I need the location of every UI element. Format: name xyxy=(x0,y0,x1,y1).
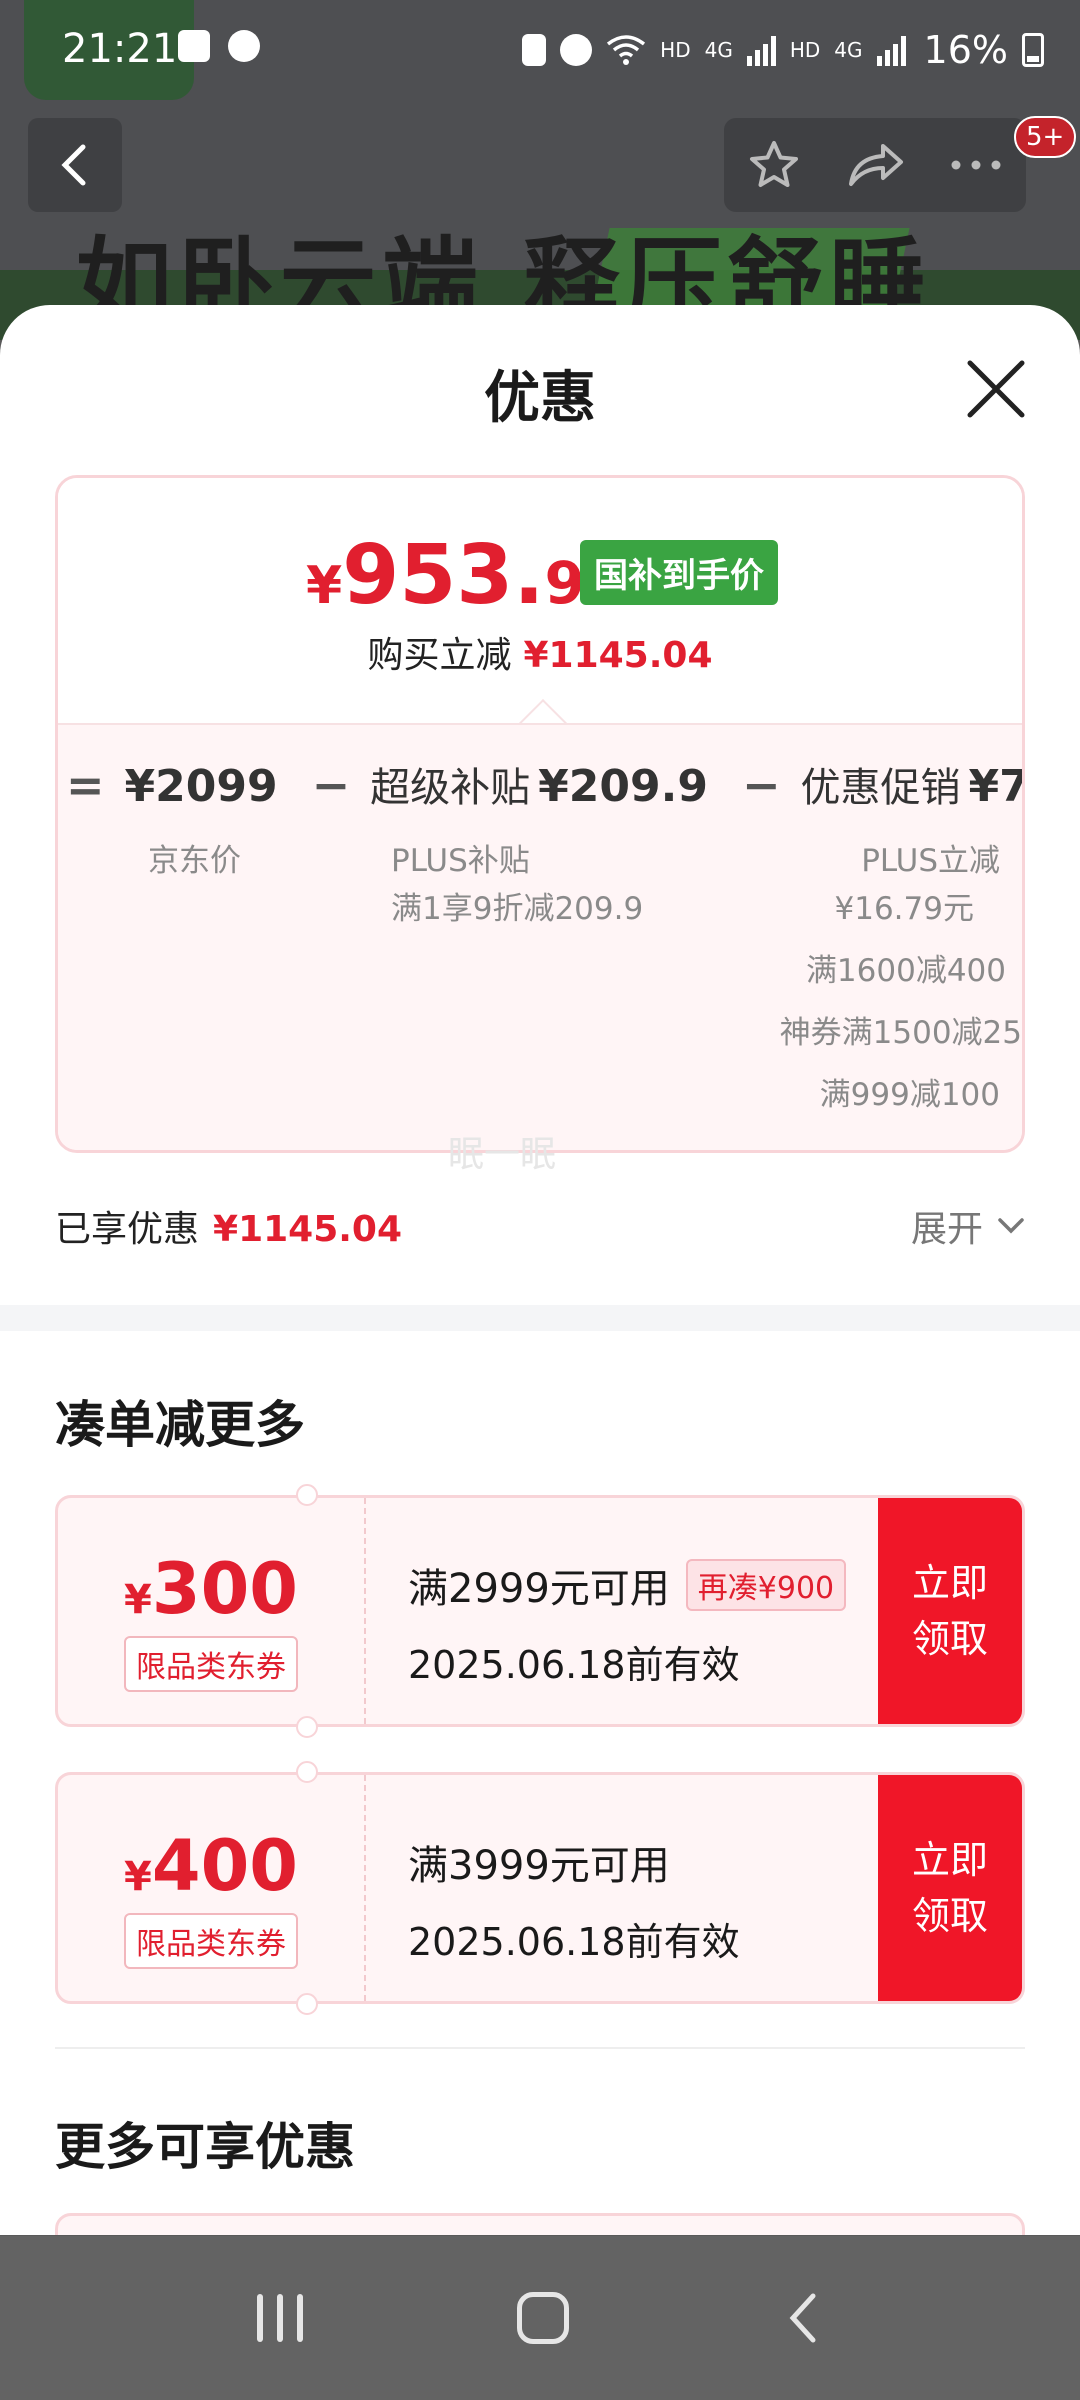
chevron-down-icon xyxy=(998,1218,1024,1234)
coupon-expiry: 2025.06.18前有效 xyxy=(408,1643,740,1687)
system-nav-bar xyxy=(0,2236,1080,2400)
super-subsidy-label: 超级补贴 xyxy=(370,765,531,811)
battery-icon xyxy=(1022,33,1044,67)
coupon-card-peek xyxy=(55,2213,1025,2235)
status-time: 21:21 xyxy=(62,26,178,72)
price-breakdown: = ¥2099 − 超级补贴 ¥209.9 − 优惠促销 ¥766. 京东价 P… xyxy=(58,723,1025,1150)
minus-sign-2: − xyxy=(741,758,781,812)
hd-label: HD xyxy=(660,38,691,62)
coupon-currency: ¥ xyxy=(124,1854,152,1900)
plus-subsidy-detail: 满1享9折减209.9 xyxy=(391,891,644,927)
share-icon[interactable] xyxy=(845,140,905,190)
minus-sign: − xyxy=(311,758,351,812)
reduce-line: 购买立减 ¥1145.04 xyxy=(58,626,1022,678)
coupon-card: ¥300 限品类东券 满2999元可用 再凑¥900 2025.06.18前有效… xyxy=(55,1495,1025,1727)
promo-item: ¥16.79元 xyxy=(834,891,974,927)
claim-button-label: 立即领取 xyxy=(911,1838,988,1938)
claim-coupon-button[interactable]: 立即领取 xyxy=(878,1498,1022,1724)
signal-icon-2 xyxy=(876,34,906,66)
coupon-card: ¥400 限品类东券 满3999元可用 2025.06.18前有效 立即领取 xyxy=(55,1772,1025,2004)
chevron-left-icon xyxy=(61,144,86,186)
back-button[interactable] xyxy=(28,118,122,212)
top-action-group xyxy=(724,118,1026,212)
final-price-integer: 953. xyxy=(342,528,545,623)
coupon-type-tag: 限品类东券 xyxy=(124,1636,298,1692)
status-bar: 21:21 HD 4G HD 4G 16% xyxy=(0,0,1080,100)
network-label: 4G xyxy=(704,38,733,62)
coupon-expiry: 2025.06.18前有效 xyxy=(408,1920,740,1964)
coupon-condition: 满3999元可用 xyxy=(408,1833,740,1891)
coupon-need-more: 再凑¥900 xyxy=(685,1559,847,1611)
back-nav-button[interactable] xyxy=(783,2290,823,2346)
battery-percent: 16% xyxy=(923,28,1008,72)
promotion-value: ¥766. xyxy=(968,761,1025,812)
equals-sign: = xyxy=(66,758,105,812)
reduce-label: 购买立减 xyxy=(367,635,512,676)
coupon-hole xyxy=(296,1484,318,1506)
network-label-2: 4G xyxy=(834,38,863,62)
star-icon[interactable] xyxy=(746,137,802,193)
more-icon[interactable] xyxy=(948,157,1004,173)
enjoyed-label: 已享优惠 xyxy=(55,1209,200,1250)
section-divider-line xyxy=(55,2047,1025,2049)
section-title-more-deals: 凑单减更多 xyxy=(55,1396,305,1454)
price-summary-card: ¥953.96 国补到手价 购买立减 ¥1145.04 = ¥2099 − 超级补… xyxy=(55,475,1025,1153)
reduce-amount: ¥1145.04 xyxy=(523,635,713,676)
subsidy-price-tag: 国补到手价 xyxy=(580,540,778,605)
jd-price-value: ¥2099 xyxy=(124,761,278,812)
coupon-type-tag: 限品类东券 xyxy=(124,1913,298,1969)
promo-item: 满999减100 xyxy=(819,1077,1000,1113)
coupon-value: ¥400 限品类东券 xyxy=(58,1775,364,2001)
home-button[interactable] xyxy=(517,2292,569,2344)
enjoyed-discount: 已享优惠 ¥1145.04 xyxy=(55,1200,402,1252)
coupon-currency: ¥ xyxy=(124,1577,152,1623)
app-notification-icon xyxy=(228,30,260,62)
coupon-hole xyxy=(296,1716,318,1738)
section-divider xyxy=(0,1305,1080,1331)
wifi-icon xyxy=(607,35,646,65)
price-formula: = ¥2099 − 超级补贴 ¥209.9 − 优惠促销 ¥766. xyxy=(66,755,1025,813)
message-count-badge: 5+ xyxy=(1014,116,1077,158)
close-icon[interactable] xyxy=(962,355,1030,423)
final-price-currency: ¥ xyxy=(306,556,343,616)
coupon-separator xyxy=(364,1775,366,2001)
super-subsidy-value: ¥209.9 xyxy=(538,761,708,812)
hd-label-2: HD xyxy=(789,38,821,62)
coupon-amount: 400 xyxy=(151,1825,298,1907)
final-price: ¥953.96 xyxy=(306,528,625,623)
coupon-separator xyxy=(364,1498,366,1724)
promo-item: 神券满1500减25 xyxy=(779,1015,1022,1051)
notification-icon xyxy=(178,30,210,62)
signal-icon xyxy=(746,34,776,66)
enjoyed-amount: ¥1145.04 xyxy=(213,1209,403,1250)
promo-item: 满1600减400 xyxy=(805,953,1006,989)
promotion-label: 优惠促销 xyxy=(800,765,961,811)
section-title-extra-deals: 更多可享优惠 xyxy=(55,2118,355,2176)
jd-price-label: 京东价 xyxy=(148,843,241,879)
alarm-icon xyxy=(560,34,593,66)
sheet-title: 优惠 xyxy=(484,366,596,431)
recents-button[interactable] xyxy=(257,2294,303,2342)
discount-sheet: 优惠 ¥953.96 国补到手价 购买立减 ¥1145.04 = ¥2099 − … xyxy=(0,305,1080,2235)
plus-subsidy-label: PLUS补贴 xyxy=(391,843,530,879)
coupon-condition: 满2999元可用 再凑¥900 xyxy=(408,1556,847,1614)
expand-label: 展开 xyxy=(910,1209,983,1250)
coupon-condition-text: 满2999元可用 xyxy=(408,1566,670,1612)
coupon-amount: 300 xyxy=(151,1548,298,1630)
battery-saver-icon xyxy=(522,34,547,66)
claim-button-label: 立即领取 xyxy=(911,1561,988,1661)
coupon-hole xyxy=(296,1993,318,2015)
promo-item: PLUS立减 xyxy=(861,843,1000,879)
coupon-hole xyxy=(296,1761,318,1783)
watermark-text: 眠一眠 xyxy=(448,1134,557,1175)
claim-coupon-button[interactable]: 立即领取 xyxy=(878,1775,1022,2001)
coupon-condition-text: 满3999元可用 xyxy=(408,1843,670,1889)
expand-toggle[interactable]: 展开 xyxy=(911,1200,1025,1252)
coupon-value: ¥300 限品类东券 xyxy=(58,1498,364,1724)
